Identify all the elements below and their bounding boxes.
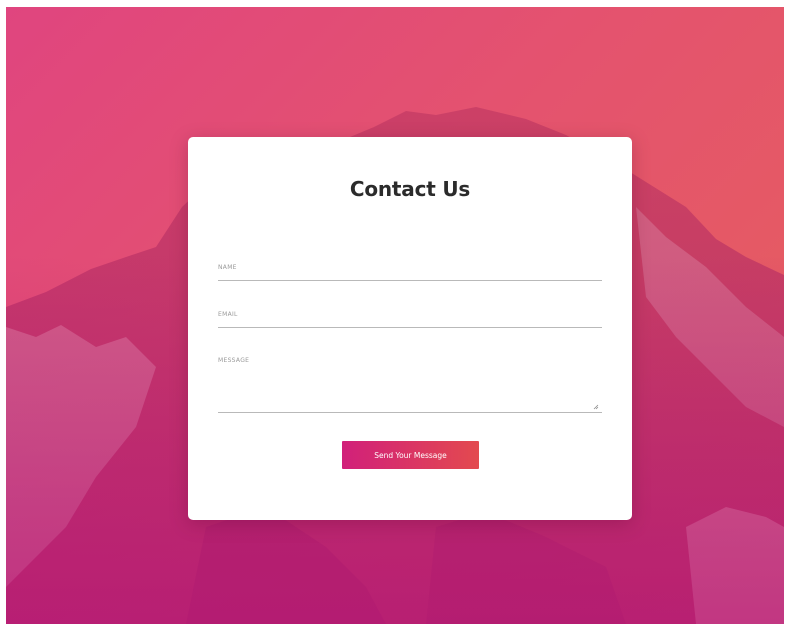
contact-form-card: Contact Us Name Email Message Send Your …	[188, 137, 632, 520]
name-field-group: Name	[218, 264, 602, 281]
email-label: Email	[218, 311, 238, 318]
message-textarea[interactable]	[218, 364, 602, 413]
message-label: Message	[218, 357, 250, 364]
name-label: Name	[218, 264, 237, 271]
resize-grip-icon[interactable]	[593, 404, 599, 410]
message-field-group: Message	[218, 357, 602, 413]
name-input[interactable]	[218, 271, 602, 281]
email-field-group: Email	[218, 311, 602, 328]
background-hero: Contact Us Name Email Message Send Your …	[6, 7, 784, 624]
send-message-button[interactable]: Send Your Message	[342, 441, 479, 469]
page-title: Contact Us	[349, 177, 471, 201]
email-input[interactable]	[218, 318, 602, 328]
